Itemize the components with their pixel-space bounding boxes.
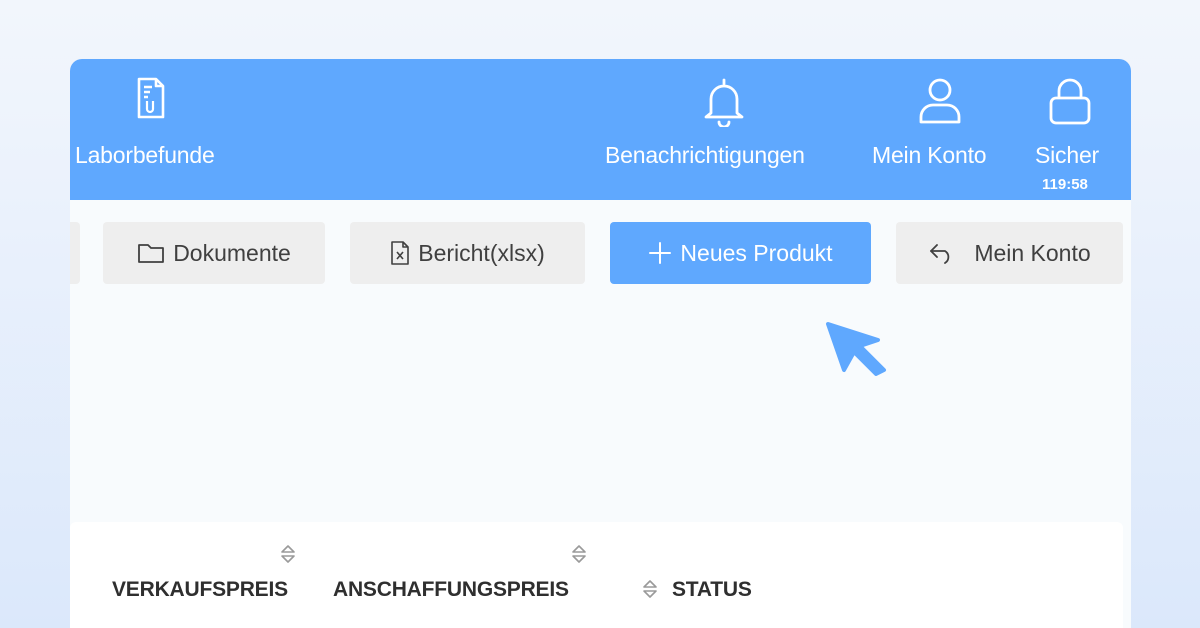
- mouse-cursor-icon: [822, 318, 888, 381]
- documents-button[interactable]: Dokumente: [103, 222, 325, 284]
- export-xlsx-button[interactable]: Bericht(xlsx): [350, 222, 585, 284]
- sort-icon[interactable]: [641, 578, 659, 605]
- nav-item-benachrichtigungen[interactable]: Benachrichtigungen: [602, 59, 842, 200]
- lab-report-icon: [136, 77, 166, 124]
- excel-file-icon: [390, 240, 410, 266]
- session-timer: 119:58: [1042, 176, 1088, 193]
- button-label: Dokumente: [173, 239, 291, 266]
- nav-item-mein-konto[interactable]: Mein Konto: [870, 59, 1010, 200]
- nav-item-sicher[interactable]: Sicher 119:58: [1030, 59, 1120, 200]
- column-header-verkaufspreis[interactable]: VERKAUFSPREIS: [112, 578, 288, 602]
- top-navigation-bar: Laborbefunde Benachrichtigungen Mein Kon…: [70, 59, 1131, 200]
- sort-icon[interactable]: [279, 543, 297, 570]
- bell-icon: [702, 77, 746, 132]
- user-icon: [918, 77, 962, 130]
- lock-icon: [1048, 77, 1092, 130]
- table-card: VERKAUFSPREIS ANSCHAFFUNGSPREIS STATUS: [70, 522, 1123, 628]
- reply-icon: [928, 242, 956, 264]
- nav-item-label: Benachrichtigungen: [605, 142, 805, 168]
- toolbar-button-clipped[interactable]: [70, 222, 80, 284]
- plus-icon: [648, 241, 672, 265]
- button-label: Bericht(xlsx): [418, 239, 545, 266]
- nav-item-label: Laborbefunde: [75, 142, 215, 168]
- my-account-button[interactable]: Mein Konto: [896, 222, 1123, 284]
- nav-item-label: Mein Konto: [872, 142, 987, 168]
- column-header-anschaffungspreis[interactable]: ANSCHAFFUNGSPREIS: [333, 578, 569, 602]
- folder-icon: [137, 241, 165, 265]
- column-header-status[interactable]: STATUS: [672, 578, 752, 602]
- new-product-button[interactable]: Neues Produkt: [610, 222, 871, 284]
- nav-item-label: Sicher: [1035, 142, 1099, 168]
- nav-item-laborbefunde[interactable]: Laborbefunde: [70, 59, 270, 200]
- app-window: Laborbefunde Benachrichtigungen Mein Kon…: [70, 59, 1131, 628]
- sort-icon[interactable]: [570, 543, 588, 570]
- button-label: Mein Konto: [974, 239, 1091, 266]
- button-label: Neues Produkt: [680, 239, 833, 266]
